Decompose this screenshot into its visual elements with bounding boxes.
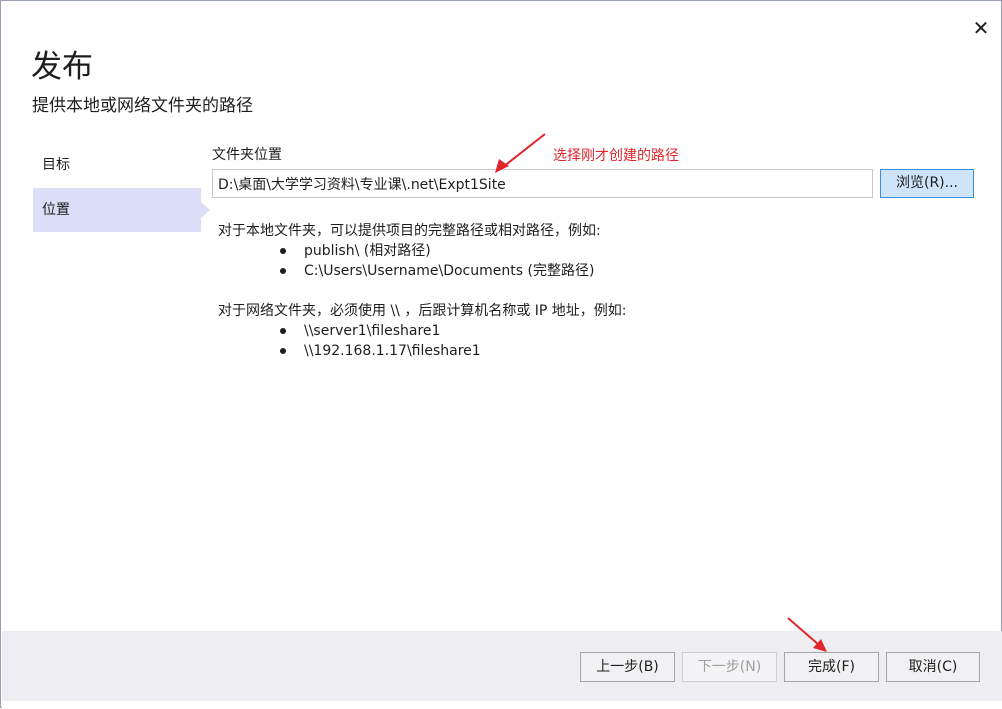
close-icon[interactable]: ✕	[967, 15, 995, 43]
list-item: \\server1\fileshare1	[218, 321, 627, 341]
network-folder-help: 对于网络文件夹，必须使用 \\ ，后跟计算机名称或 IP 地址，例如: \\se…	[218, 301, 627, 361]
folder-path-input[interactable]	[212, 169, 873, 198]
annotation-arrow-path	[495, 133, 546, 173]
cancel-button[interactable]: 取消(C)	[886, 652, 980, 682]
local-help-intro: 对于本地文件夹，可以提供项目的完整路径或相对路径，例如:	[218, 223, 601, 239]
wizard-nav: 目标 位置	[33, 143, 211, 232]
page-subtitle: 提供本地或网络文件夹的路径	[32, 96, 253, 116]
network-help-intro: 对于网络文件夹，必须使用 \\ ，后跟计算机名称或 IP 地址，例如:	[218, 303, 627, 319]
list-item: C:\Users\Username\Documents (完整路径)	[218, 261, 601, 281]
list-item: publish\ (相对路径)	[218, 241, 601, 261]
local-examples-list: publish\ (相对路径) C:\Users\Username\Docume…	[218, 241, 601, 281]
local-folder-help: 对于本地文件夹，可以提供项目的完整路径或相对路径，例如: publish\ (相…	[218, 221, 601, 281]
list-item: \\192.168.1.17\fileshare1	[218, 341, 627, 361]
annotation-text: 选择刚才创建的路径	[553, 148, 679, 164]
nav-item-location[interactable]: 位置	[33, 188, 210, 232]
finish-button[interactable]: 完成(F)	[784, 652, 879, 682]
background-window-strip	[2, 701, 1002, 708]
previous-button[interactable]: 上一步(B)	[580, 652, 675, 682]
page-title: 发布	[31, 49, 93, 85]
next-button: 下一步(N)	[682, 652, 777, 682]
folder-location-label: 文件夹位置	[212, 147, 282, 163]
network-examples-list: \\server1\fileshare1 \\192.168.1.17\file…	[218, 321, 627, 361]
browse-button[interactable]: 浏览(R)...	[880, 169, 974, 198]
nav-item-target[interactable]: 目标	[33, 143, 193, 187]
publish-dialog: ✕ 发布 提供本地或网络文件夹的路径 目标 位置 文件夹位置 浏览(R)... …	[0, 0, 1002, 708]
